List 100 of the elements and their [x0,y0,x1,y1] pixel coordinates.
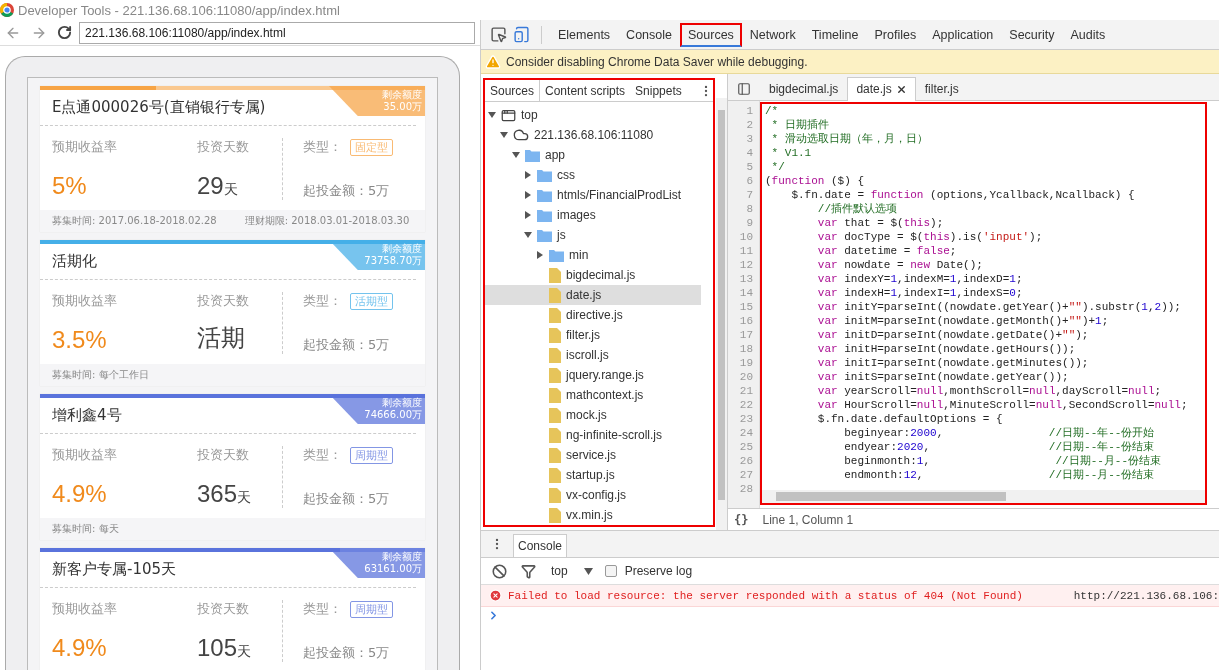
line-number: 17 [738,328,754,342]
folder-icon [537,168,552,182]
preserve-log-checkbox[interactable] [604,565,617,577]
tree-item[interactable]: app [485,145,701,165]
tree-item[interactable]: images [485,205,701,225]
navigator-tab[interactable]: Snippets [630,80,687,101]
file-icon [549,287,561,303]
panel-tab[interactable]: Console [618,22,680,47]
panel-tab[interactable]: Timeline [803,22,867,47]
code-line: * 日期插件 [770,118,830,132]
code-line: var nowdate = new Date(); [816,258,984,272]
tree-item[interactable]: service.js [485,445,701,465]
dropdown-arrow-icon [583,567,593,575]
product-name: E点通000026号(直销银行专属) [52,98,266,116]
cursor-position: Line 1, Column 1 [762,512,854,527]
expanded-arrow-icon[interactable] [512,151,520,159]
code-line: * V1.1 [770,146,813,160]
expanded-arrow-icon[interactable] [524,231,532,239]
tree-item[interactable]: vx.min.js [485,505,701,525]
tree-item[interactable]: mathcontext.js [485,385,701,405]
days-label: 投资天数 [197,138,250,156]
file-icon [549,487,561,503]
panel-tab[interactable]: Application [924,22,1002,47]
code-line: endyear:2020, //日期--年--份结束 [843,440,1156,454]
panel-tab[interactable]: Elements [550,22,619,47]
file-tab[interactable]: date.js [847,76,916,101]
drawer-tab[interactable]: Console [513,534,568,557]
tree-item[interactable]: htmls/FinancialProdList [485,185,701,205]
days-value: 105天 [197,634,253,662]
source-link[interactable]: http://221.136.68.106: [1073,589,1219,602]
panel-tab[interactable]: Sources [680,22,742,47]
tree-item[interactable]: bigdecimal.js [485,265,701,285]
file-icon [549,347,561,363]
file-tab[interactable]: bigdecimal.js [760,76,848,101]
code-line: * 滑动选取日期（年，月，日） [770,132,929,146]
message-text: Failed to load resource: the server responded with a status of 404 (Not Found) [508,589,1023,602]
code-line: var indexY=1,indexM=1,indexD=1; [816,272,1024,286]
collapsed-arrow-icon[interactable] [536,251,544,259]
tree-item[interactable]: js [485,225,701,245]
collapsed-arrow-icon[interactable] [524,171,532,179]
quota-label: 剩余额度 [382,89,422,101]
tree-item[interactable]: min [485,245,701,265]
tree-item[interactable]: top [485,105,701,125]
code-line: var that = $(this); [816,216,945,230]
close-icon[interactable] [895,83,907,95]
checkbox-label: Preserve log [624,564,693,578]
rate-value: 3.5% [52,326,108,354]
clear-console-button[interactable] [489,563,510,579]
context-select[interactable]: top [547,564,597,578]
collapsed-arrow-icon[interactable] [524,191,532,199]
line-number: 20 [738,370,754,384]
tree-item[interactable]: filter.js [485,325,701,345]
line-number: 21 [738,384,754,398]
tree-item[interactable]: iscroll.js [485,345,701,365]
folder-icon [549,248,564,262]
product-card[interactable]: E点通000026号(直销银行专属) 剩余额度 35.00万 预期收益率 5% 投资天数 29天 类型： 固定型 起投金额：5万 募集时间: 2017.06.18-2018.02.28 理财期限: 2018.03.01-2018.03.30 [40,86,425,232]
min-investment: 起投金额：5万 [303,490,391,508]
quota-amount: 74666.00万 [364,409,422,421]
line-number: 6 [745,174,754,188]
type-label: 类型： [303,600,342,618]
tree-item[interactable]: vx-config.js [485,485,701,505]
expanded-arrow-icon[interactable] [488,111,496,119]
scrollbar[interactable] [716,98,727,530]
address-field[interactable]: 221.136.68.106:11080/app/index.html [79,21,475,44]
product-card[interactable]: 新客户专属-105天 剩余额度 63161.00万 预期收益率 4.9% 投资天数 105天 类型： 周期型 起投金额：5万 [40,548,425,670]
collapsed-arrow-icon[interactable] [524,211,532,219]
tree-item[interactable]: 221.136.68.106:11080 [485,125,701,145]
product-card[interactable]: 增利鑫4号 剩余额度 74666.00万 预期收益率 4.9% 投资天数 365天 类型： 周期型 起投金额：5万 募集时间: 每天 [40,394,425,540]
min-investment: 起投金额：5万 [303,182,391,200]
line-number: 27 [738,468,754,482]
line-number: 25 [738,440,754,454]
panel-tab[interactable]: Security [1001,22,1063,47]
file-icon [549,267,561,283]
panel-tab[interactable]: Network [741,22,804,47]
tree-item[interactable]: jquery.range.js [485,365,701,385]
panel-tab[interactable]: Audits [1062,22,1114,47]
tree-item[interactable]: date.js [485,285,701,305]
rate-value: 5% [52,172,88,200]
days-value: 活期 [197,323,246,353]
file-icon [549,507,561,523]
code-line: var HourScroll=null,MinuteScroll=null,SecondScroll=null; [816,398,1189,412]
line-number: 13 [738,272,754,286]
error-icon [489,589,502,602]
tree-item[interactable]: directive.js [485,305,701,325]
tree-item[interactable]: css [485,165,701,185]
expanded-arrow-icon[interactable] [500,131,508,139]
file-tab[interactable]: filter.js [915,76,968,101]
pretty-print-button[interactable]: {} [734,512,749,527]
line-number: 28 [738,482,754,496]
panel-tab[interactable]: Profiles [866,22,925,47]
days-label: 投资天数 [197,600,250,618]
tree-item[interactable]: startup.js [485,465,701,485]
tree-item[interactable]: ng-infinite-scroll.js [485,425,701,445]
code-line: var indexH=1,indexI=1,indexS=0; [816,286,1024,300]
folder-icon [537,188,552,202]
navigator-tab[interactable]: Content scripts [540,80,631,101]
scrollbar[interactable] [762,490,1205,503]
tree-item[interactable]: mock.js [485,405,701,425]
product-card[interactable]: 活期化 剩余额度 73758.70万 预期收益率 3.5% 投资天数 活期 类型： 活期型 起投金额：5万 募集时间: 每个工作日 [40,240,425,386]
folder-icon [537,228,552,242]
